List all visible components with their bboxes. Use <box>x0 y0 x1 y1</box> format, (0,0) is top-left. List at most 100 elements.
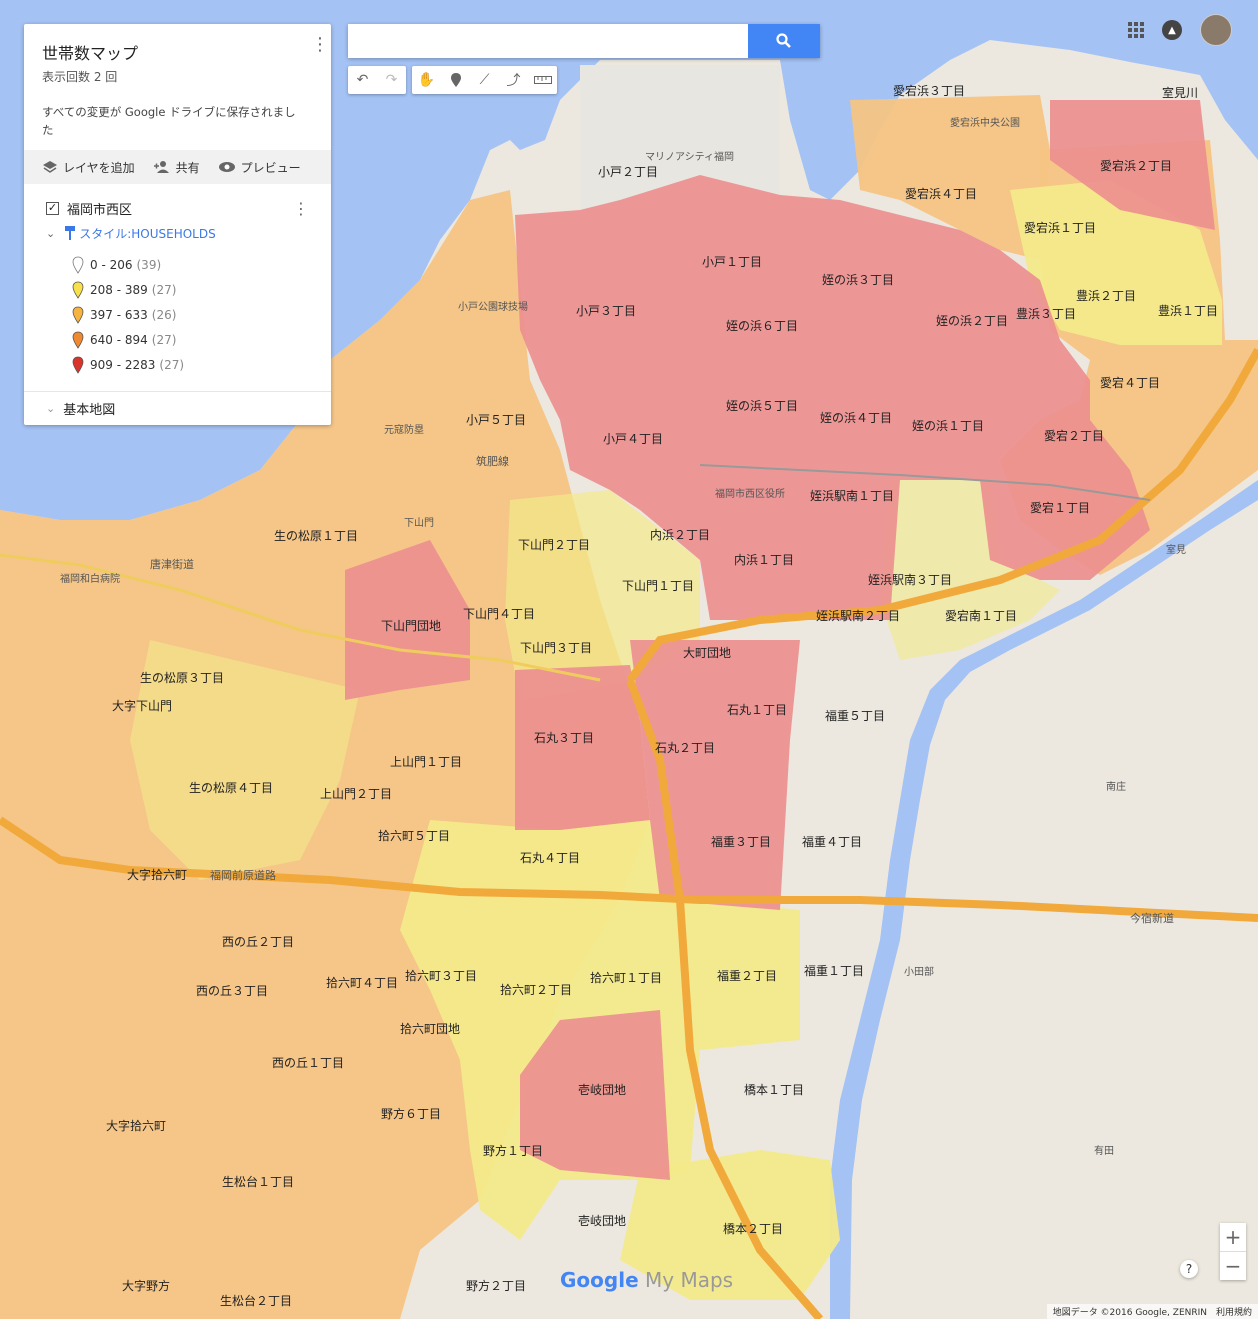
account-bar: ▲ <box>1128 14 1232 46</box>
map-title[interactable]: 世帯数マップ <box>42 40 313 64</box>
layer-options-icon[interactable]: ⋮ <box>293 199 309 218</box>
label: 姪の浜３丁目 <box>822 273 894 287</box>
label: 小戸２丁目 <box>598 165 658 179</box>
label: 愛宕浜４丁目 <box>905 186 977 201</box>
label: 生の松原１丁目 <box>274 529 358 543</box>
label: 西の丘３丁目 <box>196 984 268 998</box>
label: 姪の浜４丁目 <box>820 411 892 425</box>
apps-icon[interactable] <box>1128 22 1144 38</box>
avatar[interactable] <box>1200 14 1232 46</box>
label: 生松台２丁目 <box>220 1293 292 1308</box>
search-button[interactable] <box>748 24 820 58</box>
legend-item[interactable]: 397 - 633 (26) <box>24 302 331 327</box>
eye-icon <box>218 162 235 172</box>
help-button[interactable]: ? <box>1180 1260 1198 1278</box>
label: 南庄 <box>1106 780 1126 793</box>
marker-icon <box>72 331 84 349</box>
label: 元寇防塁 <box>384 423 424 436</box>
label: 大字野方 <box>122 1278 170 1293</box>
marker-icon[interactable] <box>441 66 470 94</box>
undo-icon[interactable]: ↶ <box>348 66 377 94</box>
label: 拾六町団地 <box>400 1021 460 1036</box>
label: 下山門３丁目 <box>520 641 592 655</box>
ruler-icon[interactable] <box>528 66 557 94</box>
redo-icon[interactable]: ↷ <box>377 66 406 94</box>
label: 石丸４丁目 <box>520 851 580 865</box>
layers-icon <box>43 161 57 173</box>
legend-item[interactable]: 0 - 206 (39) <box>24 252 331 277</box>
label: 石丸３丁目 <box>534 731 594 745</box>
chevron-down-icon[interactable]: ⌄ <box>46 227 55 240</box>
label: 野方１丁目 <box>483 1143 543 1158</box>
layer-section: ✓ 福岡市西区 ⋮ ⌄ スタイル:HOUSEHOLDS 0 - 206 (39) 2… <box>24 196 331 377</box>
zoom-in-button[interactable]: + <box>1220 1223 1246 1251</box>
label: 福重２丁目 <box>717 968 777 983</box>
directions-icon[interactable]: ⤴ <box>499 66 528 94</box>
label: 愛宕１丁目 <box>1030 500 1090 515</box>
add-layer-button[interactable]: レイヤを追加 <box>42 159 135 176</box>
legend-item[interactable]: 909 - 2283 (27) <box>24 352 331 377</box>
legend-range: 0 - 206 <box>90 257 133 272</box>
label: 内浜２丁目 <box>650 528 710 542</box>
layer-name[interactable]: 福岡市西区 <box>67 199 132 218</box>
legend-range: 909 - 2283 <box>90 357 156 372</box>
label: 今宿新道 <box>1130 911 1174 925</box>
search-input[interactable] <box>348 24 738 58</box>
style-label[interactable]: スタイル:HOUSEHOLDS <box>79 225 216 242</box>
label: 豊浜１丁目 <box>1158 304 1218 318</box>
label: 小戸３丁目 <box>576 304 636 318</box>
label: 小戸公園球技場 <box>458 300 528 313</box>
label: 愛宕浜３丁目 <box>893 83 965 98</box>
marker-icon <box>72 256 84 274</box>
label: 生松台１丁目 <box>222 1174 294 1189</box>
label: 橋本２丁目 <box>723 1222 783 1236</box>
label: 野方６丁目 <box>381 1106 441 1121</box>
label: 拾六町４丁目 <box>326 975 398 990</box>
legend-item[interactable]: 208 - 389 (27) <box>24 277 331 302</box>
legend-count: (27) <box>151 282 177 297</box>
label: 愛宕２丁目 <box>1044 428 1104 443</box>
label: マリノアシティ福岡 <box>645 150 734 163</box>
label: 大字拾六町 <box>106 1118 166 1133</box>
label: 拾六町２丁目 <box>500 982 572 997</box>
base-map-row[interactable]: ⌄ 基本地図 <box>24 391 331 425</box>
label: 上山門１丁目 <box>390 755 462 769</box>
label: 西の丘１丁目 <box>272 1056 344 1070</box>
label: 室見川 <box>1162 85 1198 100</box>
label: 福岡前原道路 <box>210 868 276 882</box>
layer-row[interactable]: ✓ 福岡市西区 ⋮ <box>24 196 331 220</box>
label: 下山門２丁目 <box>518 538 590 552</box>
chevron-down-icon[interactable]: ⌄ <box>46 402 55 415</box>
map-options-icon[interactable]: ⋮ <box>311 36 329 54</box>
label: 室見 <box>1166 543 1186 556</box>
label: 拾六町１丁目 <box>590 970 662 985</box>
label: 筑肥線 <box>476 454 509 468</box>
label: 下山門１丁目 <box>622 579 694 593</box>
attribution[interactable]: 地図データ ©2016 Google, ZENRIN 利用規約 <box>1046 1304 1258 1319</box>
hand-icon[interactable]: ✋ <box>412 66 441 94</box>
share-label: 共有 <box>175 160 200 175</box>
notifications-icon[interactable]: ▲ <box>1162 20 1182 40</box>
label: 姪の浜２丁目 <box>936 314 1008 328</box>
label: 姪浜駅南３丁目 <box>868 572 952 587</box>
add-layer-label: レイヤを追加 <box>63 160 135 175</box>
draw-line-icon[interactable]: ⟋ <box>470 66 499 94</box>
legend-range: 208 - 389 <box>90 282 148 297</box>
style-row[interactable]: ⌄ スタイル:HOUSEHOLDS <box>24 220 331 246</box>
label: 大字拾六町 <box>127 867 187 882</box>
label: 大字下山門 <box>112 698 172 713</box>
share-button[interactable]: 共有 <box>153 159 200 176</box>
label: 小戸１丁目 <box>702 255 762 269</box>
label: 拾六町５丁目 <box>378 828 450 843</box>
label: 小田部 <box>904 965 934 978</box>
zoom-out-button[interactable]: − <box>1220 1252 1246 1280</box>
legend-item[interactable]: 640 - 894 (27) <box>24 327 331 352</box>
label: 姪の浜６丁目 <box>726 319 798 333</box>
google-mymaps-logo: Google My Maps <box>560 1268 733 1292</box>
label: 上山門２丁目 <box>320 787 392 801</box>
legend-range: 640 - 894 <box>90 332 148 347</box>
preview-button[interactable]: プレビュー <box>218 159 301 176</box>
layer-checkbox[interactable]: ✓ <box>46 201 59 215</box>
marker-icon <box>72 356 84 374</box>
marker-icon <box>72 281 84 299</box>
